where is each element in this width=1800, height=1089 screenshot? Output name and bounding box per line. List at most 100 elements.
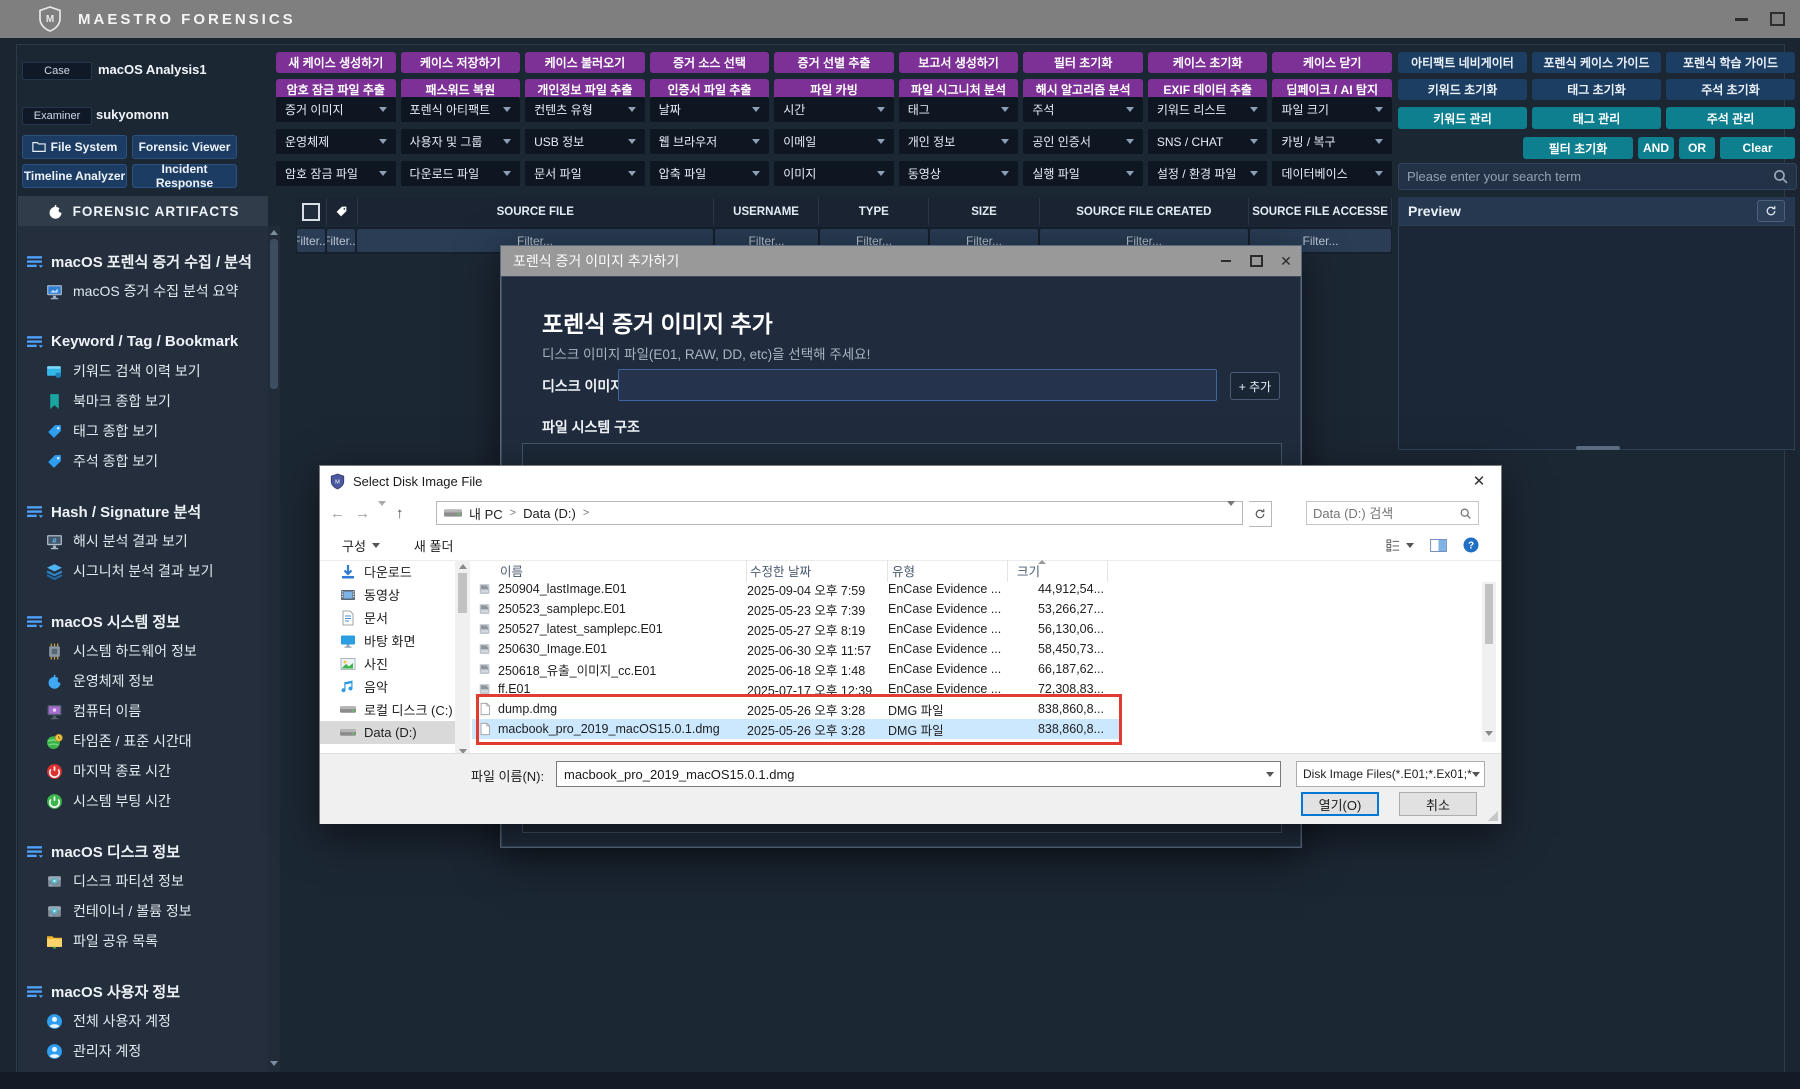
manage-button[interactable]: 주석 관리 [1666, 107, 1795, 129]
breadcrumb-dropdown-icon[interactable] [1227, 506, 1235, 521]
tag-column-header[interactable] [327, 198, 358, 225]
select-all-column-header[interactable] [296, 198, 327, 225]
filter-dropdown[interactable]: 실행 파일 [1023, 161, 1143, 186]
sidebar-section-title[interactable]: macOS 포렌식 증거 수집 / 분석 [18, 246, 268, 276]
filter-dropdown[interactable]: 사용자 및 그룹 [401, 129, 521, 154]
and-operator-button[interactable]: AND [1638, 137, 1674, 159]
window-restore-button[interactable] [1762, 7, 1792, 31]
column-header-type[interactable]: TYPE [819, 198, 929, 225]
search-icon[interactable] [1459, 507, 1472, 520]
sidebar-section-title[interactable]: macOS 사용자 정보 [18, 976, 268, 1006]
places-scroll-thumb[interactable] [458, 573, 467, 613]
filter-dropdown[interactable]: 컨텐츠 유형 [525, 97, 645, 122]
filter-dropdown[interactable]: 웹 브라우저 [650, 129, 770, 154]
filename-dropdown-icon[interactable] [1260, 772, 1280, 777]
toolbar-button[interactable]: 케이스 불러오기 [525, 52, 645, 73]
filter-dropdown[interactable]: 설정 / 환경 파일 [1148, 161, 1268, 186]
sidebar-item[interactable]: 시그니처 분석 결과 보기 [18, 556, 268, 586]
sidebar-item[interactable]: 주석 종합 보기 [18, 446, 268, 476]
nav-button-file-system[interactable]: File System [22, 135, 127, 159]
panel-button[interactable]: 키워드 초기화 [1398, 79, 1527, 100]
sidebar-section-title[interactable]: macOS 시스템 정보 [18, 606, 268, 636]
sidebar-scroll-thumb[interactable] [270, 239, 278, 389]
file-row[interactable]: 250527_latest_samplepc.E012025-05-27 오후 … [472, 619, 1121, 639]
modal-minimize-button[interactable] [1211, 246, 1241, 276]
filter-dropdown[interactable]: USB 정보 [525, 129, 645, 154]
column-filter-input[interactable]: Filter... [297, 229, 325, 252]
column-header-username[interactable]: USERNAME [714, 198, 819, 225]
resize-grip[interactable] [1488, 811, 1498, 821]
nav-button-incident-response[interactable]: Incident Response [132, 164, 237, 188]
toolbar-button[interactable]: 필터 초기화 [1023, 52, 1143, 73]
filter-dropdown[interactable]: 공인 인증서 [1023, 129, 1143, 154]
sidebar-section-title[interactable]: macOS 디스크 정보 [18, 836, 268, 866]
sidebar-item[interactable]: 디스크 파티션 정보 [18, 866, 268, 896]
sidebar-item[interactable]: 키워드 검색 이력 보기 [18, 356, 268, 386]
preview-resize-handle[interactable] [1576, 446, 1620, 450]
sidebar-item[interactable]: 마지막 종료 시간 [18, 756, 268, 786]
file-list-scrollbar[interactable] [1482, 582, 1496, 742]
filter-dropdown[interactable]: 이미지 [774, 161, 894, 186]
filter-dropdown[interactable]: 문서 파일 [525, 161, 645, 186]
toolbar-button[interactable]: 케이스 저장하기 [401, 52, 521, 73]
filter-dropdown[interactable]: SNS / CHAT [1148, 129, 1268, 154]
forward-icon[interactable]: → [355, 505, 370, 522]
toolbar-button[interactable]: 증거 선별 추출 [774, 52, 894, 73]
select-all-checkbox[interactable] [302, 203, 320, 221]
window-minimize-button[interactable] [1726, 7, 1756, 31]
filter-dropdown[interactable]: 압축 파일 [650, 161, 770, 186]
preview-refresh-button[interactable] [1757, 200, 1785, 222]
place-item-문서[interactable]: 문서 [320, 606, 455, 629]
filter-dropdown[interactable]: 데이터베이스 [1272, 161, 1392, 186]
places-scrollbar[interactable] [455, 560, 470, 760]
panel-button[interactable]: 주석 초기화 [1666, 79, 1795, 100]
panel-button[interactable]: 포렌식 케이스 가이드 [1532, 52, 1661, 73]
filter-dropdown[interactable]: 태그 [899, 97, 1019, 122]
column-header-size[interactable]: 크기 [1008, 560, 1108, 582]
scroll-down-icon[interactable] [270, 1061, 278, 1066]
panel-button[interactable]: 태그 초기화 [1532, 79, 1661, 100]
filter-dropdown[interactable]: 운영체제 [276, 129, 396, 154]
sidebar-item[interactable]: 태그 종합 보기 [18, 416, 268, 446]
manage-button[interactable]: 키워드 관리 [1398, 107, 1527, 129]
manage-button[interactable]: 태그 관리 [1532, 107, 1661, 129]
sidebar-item[interactable]: 북마크 종합 보기 [18, 386, 268, 416]
filter-dropdown[interactable]: 다운로드 파일 [401, 161, 521, 186]
sidebar-item[interactable]: 시스템 부팅 시간 [18, 786, 268, 816]
toolbar-button[interactable]: 새 케이스 생성하기 [276, 52, 396, 73]
toolbar-button[interactable]: 케이스 초기화 [1148, 52, 1268, 73]
filter-dropdown[interactable]: 개인 정보 [899, 129, 1019, 154]
sidebar-item[interactable]: 일반 사용자 계정 [18, 1066, 268, 1072]
modal-titlebar[interactable]: 포렌식 증거 이미지 추가하기 ✕ [501, 246, 1301, 276]
or-operator-button[interactable]: OR [1679, 137, 1715, 159]
sidebar-section-title[interactable]: Keyword / Tag / Bookmark [18, 326, 268, 356]
file-row[interactable]: 250523_samplepc.E012025-05-23 오후 7:39EnC… [472, 599, 1121, 619]
filter-reset-button[interactable]: 필터 초기화 [1523, 137, 1633, 159]
modal-maximize-button[interactable] [1241, 246, 1271, 276]
view-mode-button[interactable] [1386, 539, 1414, 552]
filter-dropdown[interactable]: 시간 [774, 97, 894, 122]
filter-dropdown[interactable]: 주석 [1023, 97, 1143, 122]
breadcrumb[interactable]: 내 PC>Data (D:)> [436, 501, 1243, 525]
place-item-다운로드[interactable]: 다운로드 [320, 560, 455, 583]
open-button[interactable]: 열기(O) [1301, 792, 1379, 816]
sidebar-item[interactable]: 컴퓨터 이름 [18, 696, 268, 726]
sidebar-scrollbar[interactable] [268, 226, 280, 1072]
place-item-사진[interactable]: 사진 [320, 652, 455, 675]
file-row[interactable]: 250630_Image.E012025-06-30 오후 11:57EnCas… [472, 639, 1121, 659]
dialog-close-button[interactable]: ✕ [1457, 466, 1501, 496]
scroll-up-icon[interactable] [270, 230, 278, 235]
preview-pane-icon[interactable] [1430, 539, 1447, 552]
filetype-combobox[interactable]: Disk Image Files(*.E01;*.Ex01;* [1296, 761, 1485, 787]
modal-close-button[interactable]: ✕ [1271, 246, 1301, 276]
file-row[interactable]: 250618_유출_이미지_cc.E012025-06-18 오후 1:48En… [472, 659, 1121, 679]
refresh-button[interactable] [1249, 501, 1272, 527]
panel-button[interactable]: 포렌식 학습 가이드 [1666, 52, 1795, 73]
column-header-date[interactable]: 수정한 날짜 [747, 560, 888, 582]
place-item-바탕화면[interactable]: 바탕 화면 [320, 629, 455, 652]
breadcrumb-segment[interactable]: Data (D:) [523, 506, 576, 521]
column-header-source-file-created[interactable]: SOURCE FILE CREATED [1040, 198, 1249, 225]
back-icon[interactable]: ← [330, 505, 345, 522]
clear-button[interactable]: Clear [1720, 137, 1795, 159]
toolbar-button[interactable]: 보고서 생성하기 [899, 52, 1019, 73]
